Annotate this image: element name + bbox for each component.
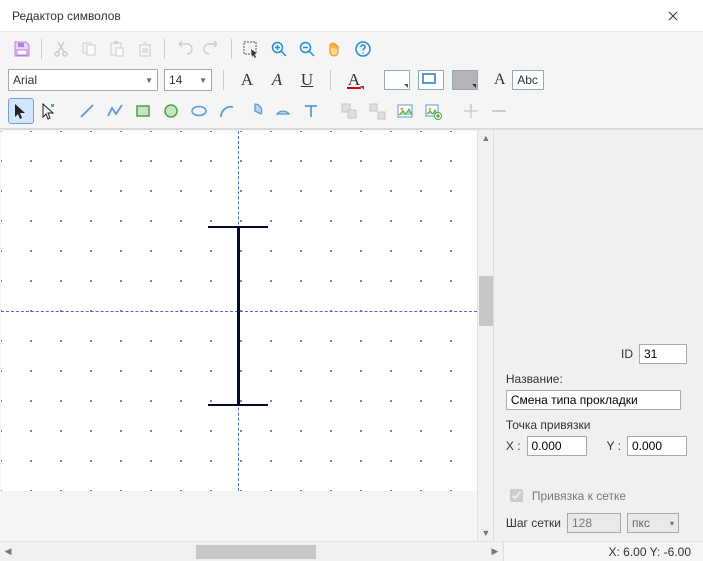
bottom-bar: ◀ ▶ X: 6.00 Y: -6.00: [0, 541, 703, 561]
polyline-tool[interactable]: [102, 98, 128, 124]
help-button[interactable]: [350, 36, 376, 62]
anchor-label: Точка привязки: [506, 418, 591, 432]
undo-button[interactable]: [171, 36, 197, 62]
align-button[interactable]: A: [235, 68, 259, 92]
cursor-coordinates: X: 6.00 Y: -6.00: [608, 545, 691, 559]
line-tool[interactable]: [74, 98, 100, 124]
symbol-stem[interactable]: [237, 226, 240, 404]
pan-button[interactable]: [322, 36, 348, 62]
delete-button[interactable]: [132, 36, 158, 62]
scroll-left-icon[interactable]: ◀: [0, 544, 16, 560]
main-toolbar: [8, 35, 695, 63]
ellipse-tool[interactable]: [186, 98, 212, 124]
fill-color-button[interactable]: [452, 70, 478, 90]
anchor-x-field[interactable]: [527, 436, 587, 456]
title-bar: Редактор символов: [0, 0, 703, 32]
edit-points-tool[interactable]: [36, 98, 62, 124]
image-tool[interactable]: [392, 98, 418, 124]
anchor-y-label: Y :: [607, 439, 621, 453]
scroll-down-icon[interactable]: ▼: [478, 525, 494, 541]
chord-tool[interactable]: [270, 98, 296, 124]
vertical-scrollbar[interactable]: ▲ ▼: [477, 130, 493, 541]
italic-button[interactable]: A: [265, 68, 289, 92]
shape-toolbar: [8, 95, 695, 125]
scroll-thumb-horizontal[interactable]: [196, 545, 316, 559]
zoom-out-button[interactable]: [294, 36, 320, 62]
grid-unit-value: пкс: [632, 516, 650, 530]
group-button[interactable]: [336, 98, 362, 124]
grid-unit-select: пкс ▾: [627, 513, 679, 533]
redo-button[interactable]: [199, 36, 225, 62]
arc-tool[interactable]: [214, 98, 240, 124]
font-size-value: 14: [169, 73, 182, 87]
horizontal-scrollbar[interactable]: ◀ ▶: [0, 542, 503, 561]
window-title: Редактор символов: [12, 9, 653, 23]
font-size-select[interactable]: 14 ▼: [164, 69, 212, 91]
snap-to-grid-checkbox: [510, 489, 523, 502]
name-field[interactable]: [506, 390, 681, 410]
paste-button[interactable]: [104, 36, 130, 62]
pointer-tool[interactable]: [8, 98, 34, 124]
work-area: ▲ ▼ ID Название: Точка привязки X : Y :: [0, 129, 703, 541]
chevron-down-icon: ▾: [670, 519, 674, 528]
crosshair-button[interactable]: [458, 98, 484, 124]
text-tool[interactable]: [298, 98, 324, 124]
zoom-in-button[interactable]: [266, 36, 292, 62]
symbol-bottom-cap[interactable]: [208, 404, 268, 406]
circle-tool[interactable]: [158, 98, 184, 124]
image-add-tool[interactable]: [420, 98, 446, 124]
id-label: ID: [621, 347, 633, 361]
anchor-x-label: X :: [506, 439, 521, 453]
properties-panel: ID Название: Точка привязки X : Y : Прив…: [494, 130, 703, 541]
id-field[interactable]: [639, 344, 687, 364]
scroll-right-icon[interactable]: ▶: [487, 544, 503, 560]
scroll-up-icon[interactable]: ▲: [478, 130, 494, 146]
ungroup-button[interactable]: [364, 98, 390, 124]
snap-to-grid-label: Привязка к сетке: [532, 489, 626, 503]
canvas[interactable]: [1, 131, 487, 491]
font-name-value: Arial: [13, 73, 37, 87]
text-sample-letter: A: [494, 71, 506, 89]
grid-step-label: Шаг сетки: [506, 516, 561, 530]
axis-horizontal: [1, 311, 487, 312]
save-button[interactable]: [9, 36, 35, 62]
pie-tool[interactable]: [242, 98, 268, 124]
chevron-down-icon: ▼: [199, 76, 207, 85]
font-color-button[interactable]: A: [342, 68, 366, 92]
canvas-viewport: ▲ ▼: [0, 130, 494, 541]
select-area-button[interactable]: [238, 36, 264, 62]
name-label: Название:: [506, 372, 563, 386]
status-bar: X: 6.00 Y: -6.00: [503, 542, 703, 561]
close-button[interactable]: [653, 0, 693, 32]
font-name-select[interactable]: Arial ▼: [8, 69, 158, 91]
scroll-thumb-vertical[interactable]: [479, 276, 493, 326]
underline-button[interactable]: U: [295, 68, 319, 92]
chevron-down-icon: ▼: [145, 76, 153, 85]
copy-button[interactable]: [76, 36, 102, 62]
toolbar-area: Arial ▼ 14 ▼ A A U A A Abc: [0, 32, 703, 129]
line-style-button[interactable]: [418, 70, 444, 90]
line-color-button[interactable]: [384, 70, 410, 90]
font-toolbar: Arial ▼ 14 ▼ A A U A A Abc: [8, 63, 695, 95]
line-mark-button[interactable]: [486, 98, 512, 124]
grid-step-field: [567, 513, 621, 533]
text-frame-button[interactable]: Abc: [512, 70, 544, 90]
cut-button[interactable]: [48, 36, 74, 62]
anchor-y-field[interactable]: [627, 436, 687, 456]
rectangle-tool[interactable]: [130, 98, 156, 124]
